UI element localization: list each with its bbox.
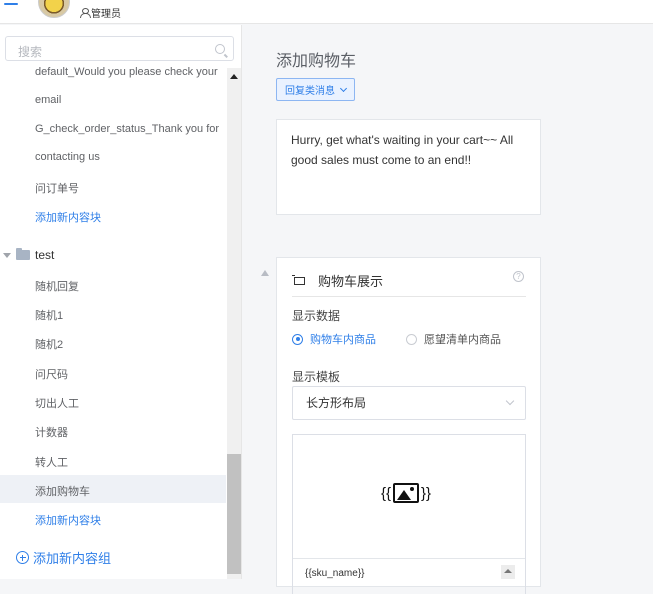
list-item[interactable]: 随机回复 xyxy=(35,278,79,294)
top-bar: 管理员 xyxy=(0,0,653,24)
chevron-down-icon xyxy=(505,396,515,406)
sku-placeholder: {{sku_name}} xyxy=(305,568,365,579)
template-preview: {{ }} {{sku_name}} xyxy=(292,434,526,594)
search-icon[interactable] xyxy=(215,44,225,54)
reply-type-dropdown[interactable]: 回复类消息 xyxy=(276,78,355,101)
list-item[interactable]: 计数器 xyxy=(35,424,68,440)
list-item-active[interactable]: 添加购物车 xyxy=(0,475,226,503)
avatar[interactable] xyxy=(38,0,70,18)
template-label: 显示模板 xyxy=(292,370,341,384)
radio-label: 购物车内商品 xyxy=(310,334,376,346)
radio-label: 愿望清单内商品 xyxy=(424,334,501,346)
editor-panel: 添加购物车 回复类消息 Hurry, get what's waiting in… xyxy=(243,25,653,594)
user-role-label: 管理员 xyxy=(91,9,121,20)
list-item[interactable]: 问尺码 xyxy=(35,366,68,382)
hamburger-menu-icon[interactable] xyxy=(4,0,18,10)
radio-unselected-icon xyxy=(406,333,417,345)
list-item[interactable]: 切出人工 xyxy=(35,395,79,411)
radio-wishlist-items[interactable]: 愿望清单内商品 xyxy=(406,331,501,347)
template-value: 长方形布局 xyxy=(306,396,367,410)
template-select[interactable]: 长方形布局 xyxy=(292,386,526,420)
scroll-up-icon[interactable] xyxy=(501,565,515,579)
reply-type-label: 回复类消息 xyxy=(285,86,335,97)
sidebar-scrollbar[interactable] xyxy=(227,68,241,579)
scroll-up-icon[interactable] xyxy=(230,74,238,79)
page-title: 添加购物车 xyxy=(276,53,357,70)
list-item[interactable]: contacting us xyxy=(35,151,100,163)
list-item[interactable]: G_check_order_status_Thank you for xyxy=(35,123,219,135)
list-item[interactable]: 随机2 xyxy=(35,336,63,352)
open-brace: {{ xyxy=(381,484,392,502)
divider xyxy=(293,558,525,559)
folder-icon xyxy=(16,248,30,260)
image-placeholder: {{ }} xyxy=(381,483,431,503)
search-input[interactable]: 搜索 xyxy=(5,36,234,61)
add-content-block-link[interactable]: 添加新内容块 xyxy=(35,209,101,225)
user-role: 管理员 xyxy=(80,5,121,20)
list-item[interactable]: email xyxy=(35,94,61,106)
data-label: 显示数据 xyxy=(292,309,341,323)
folder-label: test xyxy=(35,248,55,262)
plus-circle-icon xyxy=(16,551,29,564)
radio-cart-items[interactable]: 购物车内商品 xyxy=(292,331,376,347)
radio-selected-icon xyxy=(292,333,303,345)
active-item-label: 添加购物车 xyxy=(35,486,90,498)
add-content-group-button[interactable]: 添加新内容组 xyxy=(16,548,111,567)
folder-test[interactable]: test xyxy=(3,248,54,262)
cart-display-card: 购物车展示 ? 显示数据 购物车内商品 愿望清单内商品 显示模板 长方形布局 {… xyxy=(276,257,541,594)
list-item[interactable]: 转人工 xyxy=(35,454,68,470)
close-brace: }} xyxy=(421,484,432,502)
help-icon[interactable]: ? xyxy=(513,271,524,282)
caret-down-icon[interactable] xyxy=(3,252,11,258)
scrollbar-thumb[interactable] xyxy=(227,454,241,574)
card-title: 购物车展示 xyxy=(318,273,384,289)
list-item[interactable]: 随机1 xyxy=(35,307,63,323)
collapse-arrow-icon[interactable] xyxy=(261,270,269,276)
sidebar: 搜索 default_Would you please check your e… xyxy=(0,25,242,579)
list-item[interactable]: default_Would you please check your xyxy=(35,66,218,78)
cart-icon xyxy=(292,274,305,286)
list-item[interactable]: 问订单号 xyxy=(35,180,79,196)
image-icon xyxy=(393,483,420,503)
add-content-block-link[interactable]: 添加新内容块 xyxy=(35,512,101,528)
search-placeholder: 搜索 xyxy=(18,45,43,59)
message-textarea[interactable]: Hurry, get what's waiting in your cart~~… xyxy=(276,119,541,215)
user-icon xyxy=(80,8,91,18)
add-group-label: 添加新内容组 xyxy=(33,551,112,566)
card-header: 购物车展示 ? xyxy=(292,270,526,297)
chevron-down-icon xyxy=(339,84,348,92)
